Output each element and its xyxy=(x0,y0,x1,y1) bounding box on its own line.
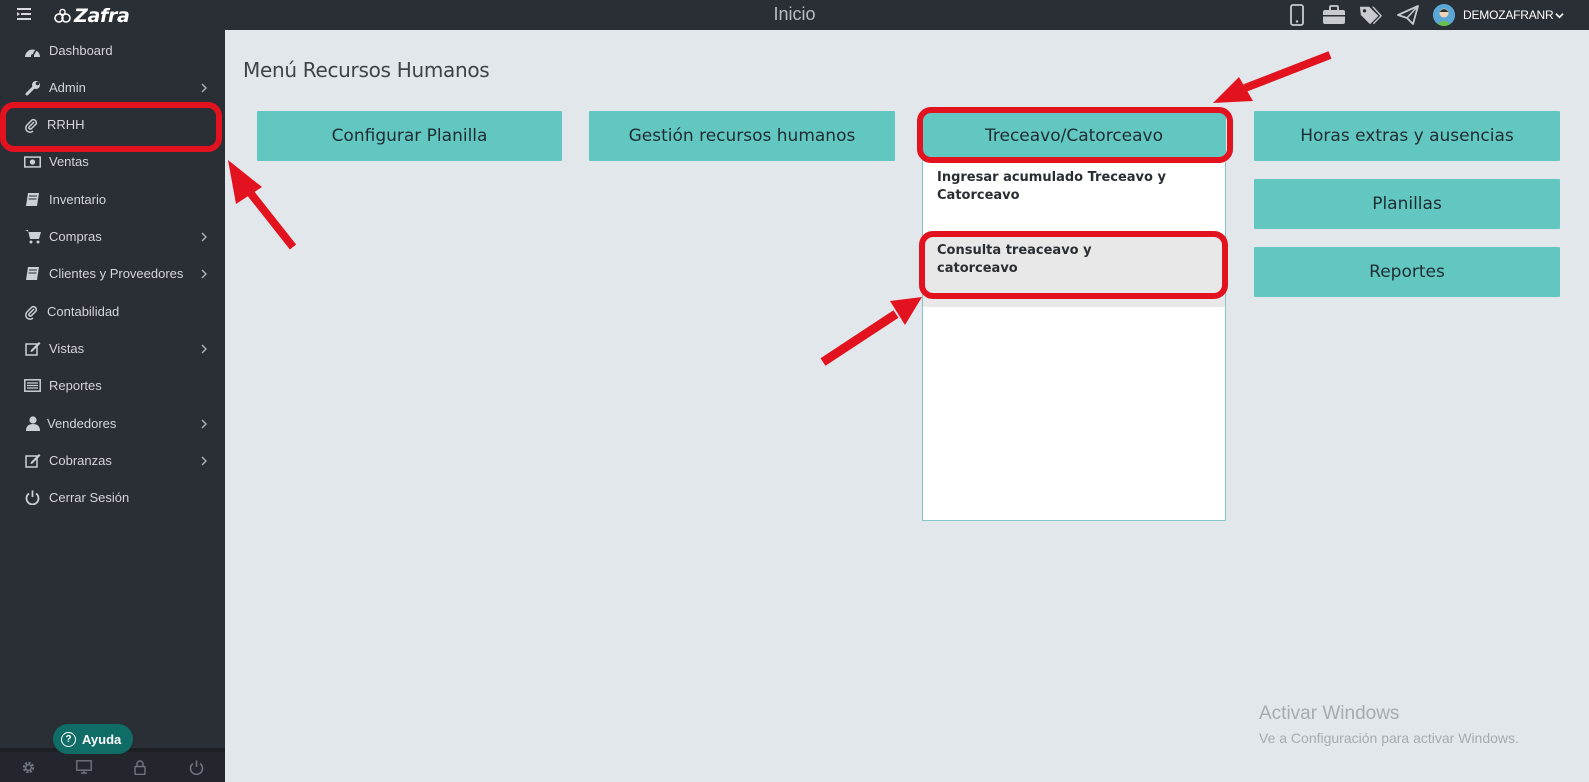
menu-item-label: Ingresar acumulado Treceavo y xyxy=(937,170,1166,185)
windows-activation-watermark: Activar Windows Ve a Configuración para … xyxy=(1259,703,1519,746)
top-bar: Zafra Inicio DEMOZAFRANR xyxy=(0,0,1589,30)
power-icon xyxy=(24,490,41,505)
cart-icon xyxy=(24,229,41,244)
monitor-icon[interactable] xyxy=(76,760,92,776)
sidebar-item-compras[interactable]: Compras xyxy=(0,218,225,255)
mobile-icon[interactable] xyxy=(1285,4,1309,26)
arrow-to-treceavo xyxy=(1213,51,1332,103)
sidebar-item-label: Admin xyxy=(49,80,86,95)
watermark-subtitle: Ve a Configuración para activar Windows. xyxy=(1259,730,1519,746)
page-title: Menú Recursos Humanos xyxy=(243,58,490,82)
book-icon xyxy=(24,192,41,207)
highlight-consulta xyxy=(919,231,1228,299)
list-icon xyxy=(24,378,41,393)
menu-item-label: Catorceavo xyxy=(937,188,1020,203)
chevron-right-icon xyxy=(201,83,207,92)
arrow-to-consulta xyxy=(820,297,922,366)
sidebar-item-label: Reportes xyxy=(49,378,102,393)
sidebar-item-label: Compras xyxy=(49,229,102,244)
highlight-treceavo xyxy=(917,107,1233,163)
sidebar-item-label: Dashboard xyxy=(49,43,113,58)
help-label: Ayuda xyxy=(82,731,122,747)
sidebar-item-label: Vistas xyxy=(49,341,85,356)
user-name: DEMOZAFRANR xyxy=(1463,8,1554,22)
sidebar-item-cerrar-sesion[interactable]: Cerrar Sesión xyxy=(0,479,225,516)
sidebar-item-reportes[interactable]: Reportes xyxy=(0,367,225,404)
lock-icon[interactable] xyxy=(134,760,150,776)
paperclip-icon xyxy=(22,304,39,320)
user-menu[interactable]: DEMOZAFRANR xyxy=(1433,4,1565,26)
chevron-right-icon xyxy=(201,456,207,465)
question-icon: ? xyxy=(61,731,76,747)
gear-icon[interactable] xyxy=(21,760,37,776)
book-icon xyxy=(24,266,41,281)
reportes-button[interactable]: Reportes xyxy=(1254,247,1560,297)
briefcase-icon[interactable] xyxy=(1322,4,1346,26)
sidebar-item-label: Inventario xyxy=(49,192,107,207)
watermark-title: Activar Windows xyxy=(1259,703,1400,724)
tags-icon[interactable] xyxy=(1359,4,1383,26)
sidebar-item-inventario[interactable]: Inventario xyxy=(0,181,225,218)
sidebar-item-contabilidad[interactable]: Contabilidad xyxy=(0,293,225,330)
horas-extras-button[interactable]: Horas extras y ausencias xyxy=(1254,111,1560,161)
configurar-planilla-button[interactable]: Configurar Planilla xyxy=(257,111,562,161)
power-icon[interactable] xyxy=(189,760,205,776)
edit-icon xyxy=(24,453,41,468)
sidebar-item-vistas[interactable]: Vistas xyxy=(0,330,225,367)
money-icon xyxy=(24,154,41,169)
user-icon xyxy=(24,416,41,431)
menu-item-ingresar-acumulado[interactable]: Ingresar acumulado Treceavo y Catorceavo xyxy=(923,169,1225,219)
treceavo-dropdown: Ingresar acumulado Treceavo y Catorceavo… xyxy=(922,162,1226,521)
sidebar-item-label: Cobranzas xyxy=(49,453,112,468)
sidebar-item-admin[interactable]: Admin xyxy=(0,69,225,106)
chevron-down-icon xyxy=(1555,12,1565,18)
sidebar-item-vendedores[interactable]: Vendedores xyxy=(0,405,225,442)
sidebar-item-label: Clientes y Proveedores xyxy=(49,266,184,281)
sidebar-item-cobranzas[interactable]: Cobranzas xyxy=(0,442,225,479)
dashboard-icon xyxy=(24,43,41,58)
planillas-button[interactable]: Planillas xyxy=(1254,179,1560,229)
wrench-icon xyxy=(24,80,41,95)
arrow-to-rrhh xyxy=(228,160,297,250)
sidebar-item-clientes[interactable]: Clientes y Proveedores xyxy=(0,255,225,292)
sidebar-item-label: Cerrar Sesión xyxy=(49,490,130,505)
chevron-right-icon xyxy=(201,269,207,278)
highlight-rrhh xyxy=(0,102,222,152)
gestion-rrhh-button[interactable]: Gestión recursos humanos xyxy=(589,111,895,161)
sidebar-item-label: Vendedores xyxy=(47,416,117,431)
avatar xyxy=(1433,4,1455,26)
sidebar-item-label: Ventas xyxy=(49,154,89,169)
chevron-right-icon xyxy=(201,344,207,353)
sidebar-item-dashboard[interactable]: Dashboard xyxy=(0,32,225,69)
help-button[interactable]: ? Ayuda xyxy=(53,724,133,754)
chevron-right-icon xyxy=(201,419,207,428)
edit-icon xyxy=(24,341,41,356)
paper-plane-icon[interactable] xyxy=(1396,4,1420,26)
sidebar-item-label: Contabilidad xyxy=(47,304,120,319)
chevron-right-icon xyxy=(201,232,207,241)
